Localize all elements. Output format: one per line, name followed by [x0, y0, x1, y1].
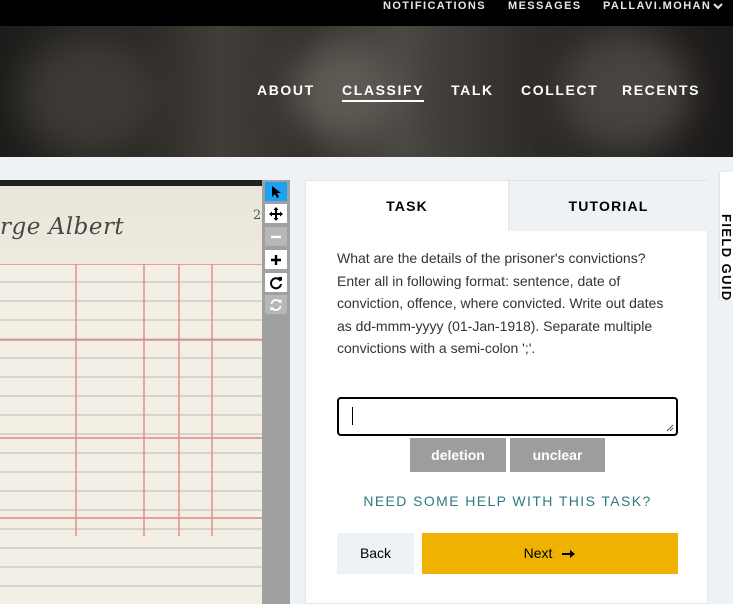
messages-link[interactable]: MESSAGES — [508, 0, 582, 12]
tab-tutorial[interactable]: TUTORIAL — [508, 181, 708, 231]
top-bar: NOTIFICATIONS MESSAGES PALLAVI.MOHAN — [0, 0, 733, 26]
deletion-tag-button[interactable]: deletion — [410, 438, 506, 472]
pointer-tool-button[interactable] — [265, 182, 287, 201]
tab-task[interactable]: TASK — [306, 181, 508, 231]
nav-collect[interactable]: COLLECT — [521, 82, 598, 102]
reset-icon — [270, 298, 282, 311]
resize-grip-icon[interactable] — [666, 424, 674, 432]
reset-view-button[interactable] — [265, 295, 287, 314]
task-question: What are the details of the prisoner's c… — [337, 250, 664, 356]
task-panel: TASK TUTORIAL What are the details of th… — [305, 180, 708, 604]
rotate-icon — [270, 276, 282, 289]
user-menu[interactable]: PALLAVI.MOHAN — [603, 0, 711, 12]
project-header: ABOUT CLASSIFY TALK COLLECT RECENTS — [0, 26, 733, 157]
subject-page-number: 2 — [253, 208, 262, 223]
next-button-label: Next — [523, 545, 553, 561]
arrow-right-icon — [562, 550, 576, 559]
zoom-out-icon — [271, 235, 281, 238]
unclear-tag-button[interactable]: unclear — [510, 438, 605, 472]
viewer-toolbar — [262, 180, 290, 604]
subject-viewer[interactable]: rge Albert 2 — [0, 180, 262, 604]
ledger-grid — [0, 264, 262, 604]
nav-recents[interactable]: RECENTS — [622, 82, 700, 102]
task-help-link[interactable]: NEED SOME HELP WITH THIS TASK? — [337, 493, 678, 509]
move-tool-button[interactable] — [265, 204, 287, 223]
answer-textarea[interactable] — [337, 397, 678, 436]
notifications-link[interactable]: NOTIFICATIONS — [383, 0, 486, 12]
field-guide-tab[interactable]: FIELD GUIDE — [720, 172, 733, 300]
next-button[interactable]: Next — [422, 533, 678, 574]
rotate-button[interactable] — [265, 273, 287, 292]
back-button[interactable]: Back — [337, 533, 414, 574]
zoom-in-button[interactable] — [265, 250, 287, 269]
pointer-icon — [272, 185, 281, 198]
text-cursor — [352, 407, 353, 425]
field-guide-label: FIELD GUIDE — [720, 214, 733, 300]
zoom-out-button[interactable] — [265, 227, 287, 246]
zoom-in-icon — [271, 254, 281, 265]
chevron-down-icon[interactable] — [713, 1, 723, 11]
subject-handwriting: rge Albert — [0, 214, 125, 240]
nav-classify[interactable]: CLASSIFY — [342, 82, 425, 102]
nav-about[interactable]: ABOUT — [257, 82, 315, 102]
move-icon — [269, 206, 283, 221]
nav-talk[interactable]: TALK — [451, 82, 494, 102]
